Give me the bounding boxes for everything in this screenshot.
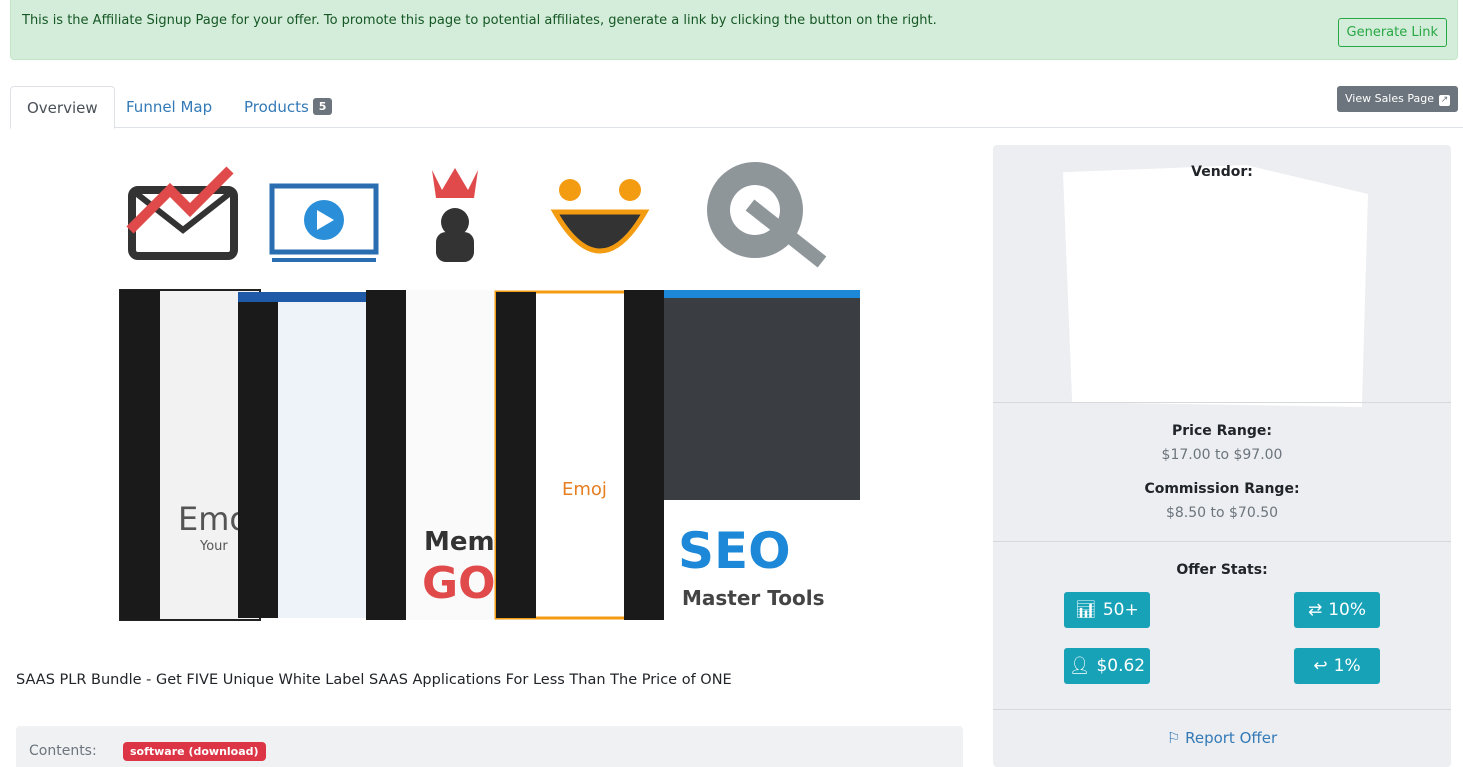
price-range-label: Price Range: [1172, 423, 1272, 439]
smile-icon [550, 179, 650, 254]
external-link-icon: ↗ [1439, 95, 1450, 106]
contents-panel: Contents: software (download) [16, 726, 963, 767]
bar-chart-icon: 📊︎ [1075, 600, 1097, 620]
tab-overview[interactable]: Overview [10, 86, 115, 129]
offer-stats-label: Offer Stats: [1176, 562, 1268, 578]
commission-range-label: Commission Range: [1144, 481, 1300, 497]
stat-value: 10% [1328, 600, 1367, 620]
contents-label: Contents: [29, 743, 97, 759]
stat-refund[interactable]: ↩ 1% [1294, 648, 1380, 684]
product-image: Emo Your Meme GO Emoj SEO Master Tools [119, 162, 860, 621]
view-sales-page-button[interactable]: View Sales Page ↗ [1336, 86, 1458, 112]
box-lettering: Master Tools [682, 586, 824, 610]
generate-link-button[interactable]: Generate Link [1337, 18, 1447, 47]
reply-icon: ↩ [1313, 656, 1328, 676]
user-icon: 👤︎ [1068, 656, 1091, 676]
button-label: View Sales Page [1344, 92, 1434, 105]
email-growth-icon [126, 166, 238, 260]
report-label: Report Offer [1185, 729, 1278, 747]
gear-wrench-icon [707, 162, 827, 268]
group-crown-icon [432, 168, 478, 262]
stat-value: 50+ [1102, 600, 1139, 620]
divider [993, 541, 1451, 542]
commission-range-value: $8.50 to $70.50 [1165, 505, 1279, 521]
video-icon [269, 183, 379, 262]
products-count-badge: 5 [312, 98, 333, 115]
stat-sales[interactable]: 📊︎ 50+ [1064, 592, 1150, 628]
tab-bar: Overview Funnel Map Products 5 [10, 86, 1463, 129]
tab-funnel-map[interactable]: Funnel Map [110, 86, 228, 128]
tab-label: Funnel Map [126, 98, 213, 116]
stat-epc[interactable]: 👤︎ $0.62 [1064, 648, 1150, 684]
divider [993, 402, 1451, 403]
stat-value: $0.62 [1096, 656, 1146, 676]
info-alert: This is the Affiliate Signup Page for yo… [10, 0, 1458, 60]
vendor-redaction [1063, 165, 1368, 407]
offer-sidebar: Vendor: Price Range: $17.00 to $97.00 Co… [993, 145, 1451, 767]
contents-tag: software (download) [123, 742, 266, 761]
flag-icon: ⚐ [1166, 729, 1181, 747]
vendor-label: Vendor: [1191, 164, 1253, 180]
divider [993, 709, 1451, 710]
box-lettering: Emoj [562, 479, 607, 500]
software-boxes: Emo Your Meme GO Emoj SEO Master Tools [119, 289, 860, 621]
box-lettering: SEO [678, 522, 791, 580]
box-lettering: GO [422, 558, 496, 609]
price-range-value: $17.00 to $97.00 [1161, 447, 1283, 463]
exchange-icon: ⇄ [1307, 600, 1323, 620]
report-offer-link[interactable]: ⚐ Report Offer [993, 729, 1451, 747]
stat-value: 1% [1333, 656, 1361, 676]
stat-conversion[interactable]: ⇄ 10% [1294, 592, 1380, 628]
tab-label: Products [244, 98, 309, 116]
product-title: SAAS PLR Bundle - Get FIVE Unique White … [16, 672, 732, 688]
alert-text: This is the Affiliate Signup Page for yo… [22, 13, 937, 28]
tab-products[interactable]: Products 5 [228, 86, 348, 128]
tab-label: Overview [27, 99, 98, 117]
box-lettering: Your [199, 539, 228, 554]
